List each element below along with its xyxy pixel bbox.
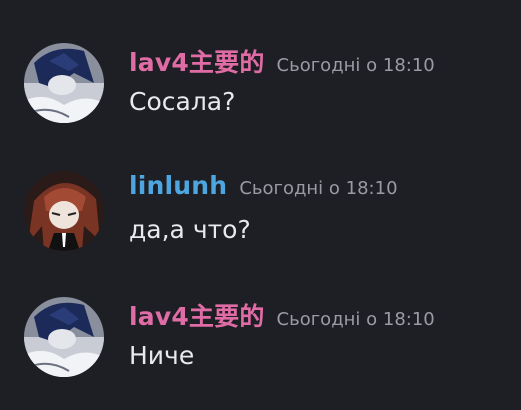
chat-message[interactable]: lav4主要的 Сьогодні о 18:10 Сосала? — [0, 43, 521, 139]
red-haired-anime-character-avatar — [24, 171, 104, 251]
timestamp[interactable]: Сьогодні о 18:10 — [277, 309, 435, 330]
user-avatar[interactable] — [24, 171, 104, 251]
dark-haired-anime-character-avatar — [24, 297, 104, 377]
dark-haired-anime-character-avatar — [24, 43, 104, 123]
username[interactable]: lav4主要的 — [129, 297, 265, 333]
message-text: Сосала? — [129, 87, 236, 116]
username[interactable]: lav4主要的 — [129, 43, 265, 79]
chat-message[interactable]: linlunh Сьогодні о 18:10 да,а что? — [0, 171, 521, 267]
message-header: lav4主要的 Сьогодні о 18:10 — [129, 43, 435, 83]
timestamp[interactable]: Сьогодні о 18:10 — [277, 55, 435, 76]
chat-message[interactable]: lav4主要的 Сьогодні о 18:10 Ниче — [0, 297, 521, 393]
username[interactable]: linlunh — [129, 171, 227, 200]
message-text: да,а что? — [129, 215, 251, 244]
chat-message-list: lav4主要的 Сьогодні о 18:10 Сосала? linlunh… — [0, 0, 521, 410]
user-avatar[interactable] — [24, 43, 104, 123]
timestamp[interactable]: Сьогодні о 18:10 — [239, 178, 397, 199]
user-avatar[interactable] — [24, 297, 104, 377]
message-header: lav4主要的 Сьогодні о 18:10 — [129, 297, 435, 337]
message-header: linlunh Сьогодні о 18:10 — [129, 171, 398, 211]
message-text: Ниче — [129, 341, 195, 370]
